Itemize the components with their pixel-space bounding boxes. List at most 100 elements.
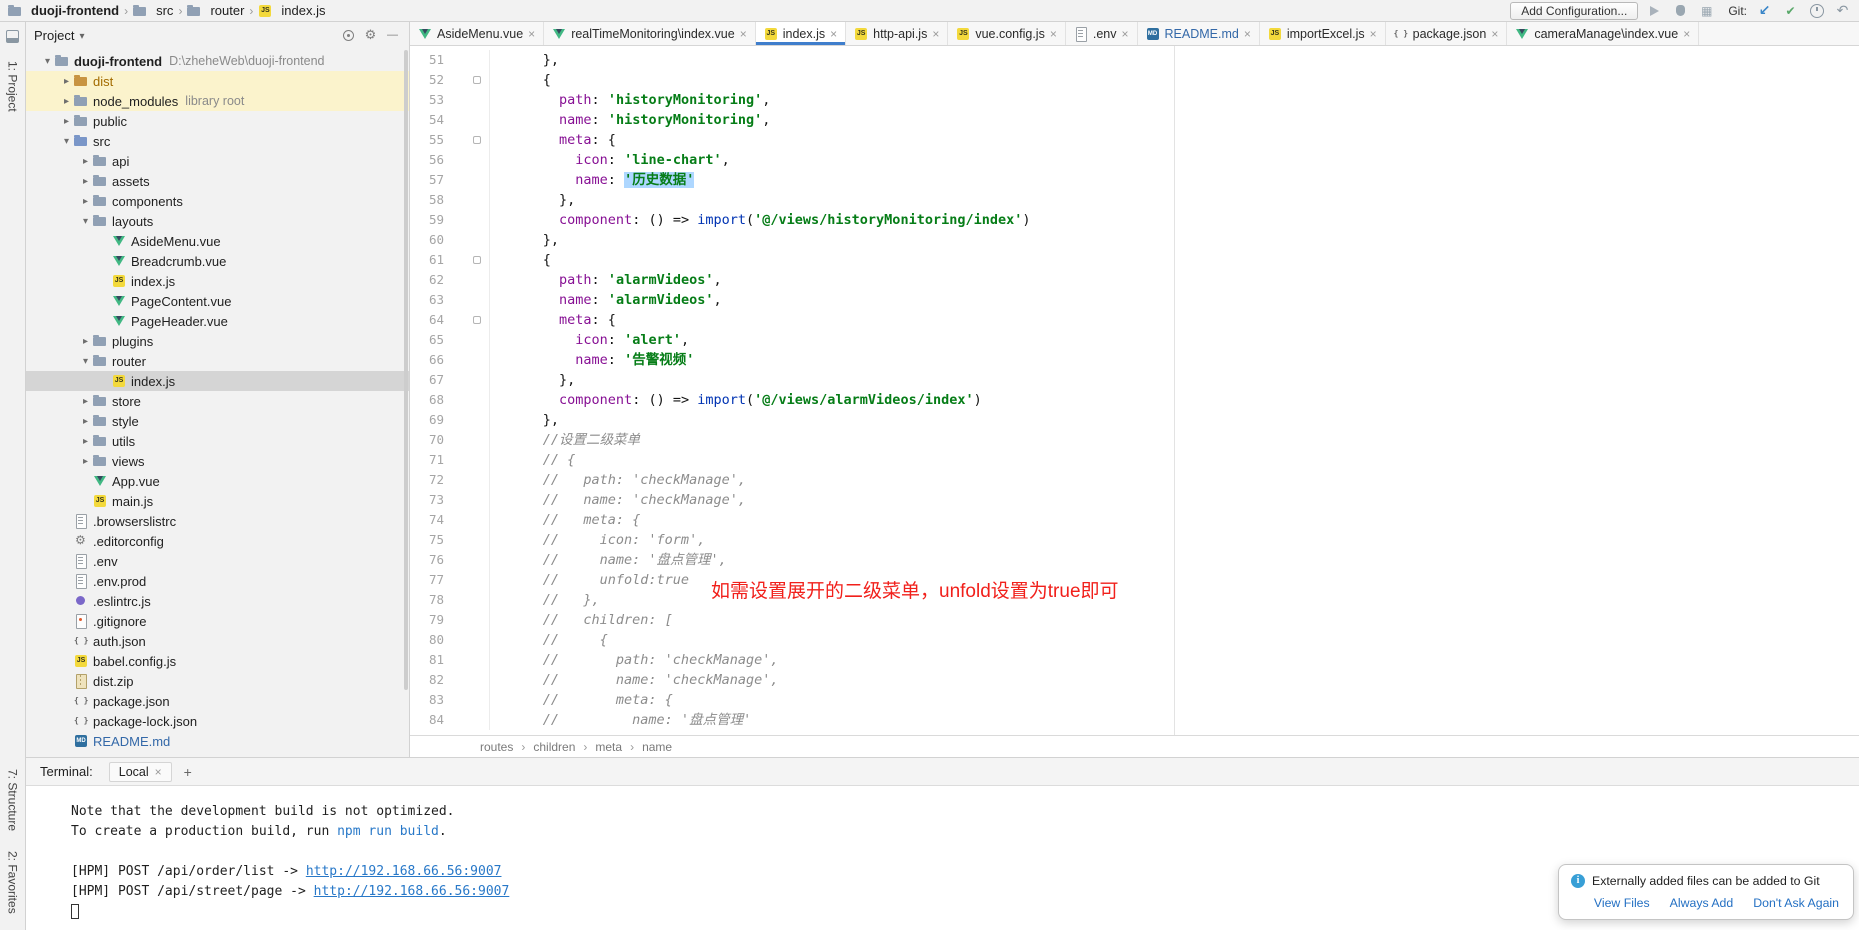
code-line[interactable]: 73 // name: 'checkManage', [410, 490, 1859, 510]
code-line[interactable]: 58 }, [410, 190, 1859, 210]
code-line[interactable]: 84 // name: '盘点管理' [410, 710, 1859, 730]
tree-item[interactable]: ▾src [26, 131, 409, 151]
editor-tab[interactable]: .env [1066, 22, 1138, 45]
code-line[interactable]: 83 // meta: { [410, 690, 1859, 710]
tool-button-favorites[interactable]: 2: Favorites [6, 851, 20, 914]
editor-tab[interactable]: index.js [756, 22, 846, 45]
tree-item[interactable]: ▸api [26, 151, 409, 171]
commit-icon[interactable] [1782, 2, 1799, 19]
tree-item[interactable]: ▸dist [26, 71, 409, 91]
code-line[interactable]: 62 path: 'alarmVideos', [410, 270, 1859, 290]
expand-arrow-icon[interactable]: ▸ [78, 176, 93, 187]
tree-item[interactable]: main.js [26, 491, 409, 511]
close-icon[interactable] [1683, 27, 1690, 41]
collapse-arrow-icon[interactable]: ▾ [78, 356, 93, 367]
code-line[interactable]: 75 // icon: 'form', [410, 530, 1859, 550]
breadcrumb-item[interactable]: router [187, 3, 244, 18]
expand-arrow-icon[interactable]: ▸ [78, 436, 93, 447]
tree-item[interactable]: ▸utils [26, 431, 409, 451]
expand-arrow-icon[interactable]: ▸ [59, 76, 74, 87]
close-icon[interactable] [740, 27, 747, 41]
close-icon[interactable] [1370, 27, 1377, 41]
code-line[interactable]: 67 }, [410, 370, 1859, 390]
tool-button-project[interactable]: 1: Project [6, 61, 20, 112]
code-line[interactable]: 51 }, [410, 50, 1859, 70]
expand-arrow-icon[interactable]: ▸ [78, 336, 93, 347]
coverage-icon[interactable] [1698, 2, 1715, 19]
tree-item[interactable]: PageHeader.vue [26, 311, 409, 331]
notification-action[interactable]: View Files [1594, 896, 1650, 910]
tree-item[interactable]: index.js [26, 271, 409, 291]
code-line[interactable]: 52 { [410, 70, 1859, 90]
gear-icon[interactable] [362, 27, 379, 44]
close-icon[interactable] [1491, 27, 1498, 41]
tree-item[interactable]: ▸public [26, 111, 409, 131]
expand-arrow-icon[interactable]: ▸ [78, 156, 93, 167]
expand-arrow-icon[interactable]: ▸ [59, 116, 74, 127]
editor-tab[interactable]: cameraManage\index.vue [1507, 22, 1699, 45]
tree-item[interactable]: ▾duoji-frontendD:\zheheWeb\duoji-fronten… [26, 51, 409, 71]
tree-item[interactable]: .eslintrc.js [26, 591, 409, 611]
tree-item[interactable]: ▸store [26, 391, 409, 411]
code-line[interactable]: 56 icon: 'line-chart', [410, 150, 1859, 170]
code-line[interactable]: 64 meta: { [410, 310, 1859, 330]
tree-item[interactable]: .editorconfig [26, 531, 409, 551]
editor-tab[interactable]: vue.config.js [948, 22, 1066, 45]
rollback-icon[interactable] [1834, 2, 1851, 19]
editor-tab[interactable]: importExcel.js [1260, 22, 1386, 45]
tree-item[interactable]: ▸plugins [26, 331, 409, 351]
editor-tab[interactable]: README.md [1138, 22, 1260, 45]
editor-tab[interactable]: package.json [1386, 22, 1508, 45]
terminal-tab-local[interactable]: Local [109, 762, 172, 782]
code-line[interactable]: 76 // name: '盘点管理', [410, 550, 1859, 570]
breadcrumb-item[interactable]: routes [480, 740, 513, 754]
code-line[interactable]: 77 // unfold:true [410, 570, 1859, 590]
code-line[interactable]: 82 // name: 'checkManage', [410, 670, 1859, 690]
breadcrumb-item[interactable]: src [133, 3, 173, 18]
close-icon[interactable] [932, 27, 939, 41]
collapse-arrow-icon[interactable]: ▾ [40, 56, 55, 67]
code-line[interactable]: 55 meta: { [410, 130, 1859, 150]
breadcrumb-item[interactable]: duoji-frontend [8, 3, 119, 18]
code-line[interactable]: 65 icon: 'alert', [410, 330, 1859, 350]
bug-icon[interactable] [1672, 2, 1689, 19]
editor-tab[interactable]: http-api.js [846, 22, 948, 45]
tree-item[interactable]: auth.json [26, 631, 409, 651]
code-line[interactable]: 68 component: () => import('@/views/alar… [410, 390, 1859, 410]
new-session-icon[interactable] [178, 764, 192, 780]
code-line[interactable]: 63 name: 'alarmVideos', [410, 290, 1859, 310]
tree-item[interactable]: App.vue [26, 471, 409, 491]
editor-tab[interactable]: realTimeMonitoring\index.vue [544, 22, 756, 45]
tree-item[interactable]: ▸style [26, 411, 409, 431]
code-line[interactable]: 59 component: () => import('@/views/hist… [410, 210, 1859, 230]
notification-action[interactable]: Don't Ask Again [1753, 896, 1839, 910]
tree-item[interactable]: .browserslistrc [26, 511, 409, 531]
project-view-dropdown[interactable]: Project [34, 28, 74, 43]
expand-arrow-icon[interactable]: ▸ [78, 456, 93, 467]
close-icon[interactable] [1050, 27, 1057, 41]
tool-button-structure[interactable]: 7: Structure [6, 769, 20, 831]
code-line[interactable]: 60 }, [410, 230, 1859, 250]
scrollbar-thumb[interactable] [404, 50, 408, 690]
tree-item[interactable]: ▸components [26, 191, 409, 211]
update-icon[interactable] [1756, 2, 1773, 19]
code-line[interactable]: 70 //设置二级菜单 [410, 430, 1859, 450]
expand-arrow-icon[interactable]: ▸ [78, 416, 93, 427]
tree-item[interactable]: ▸assets [26, 171, 409, 191]
close-icon[interactable] [155, 765, 162, 779]
terminal-link[interactable]: http://192.168.66.56:9007 [306, 864, 502, 879]
breadcrumb-item[interactable]: children [533, 740, 575, 754]
code-line[interactable]: 71 // { [410, 450, 1859, 470]
code-line[interactable]: 78 // }, [410, 590, 1859, 610]
expand-arrow-icon[interactable]: ▸ [78, 396, 93, 407]
tree-item[interactable]: package-lock.json [26, 711, 409, 731]
editor-tab[interactable]: AsideMenu.vue [410, 22, 544, 45]
history-icon[interactable] [1808, 2, 1825, 19]
code-line[interactable]: 74 // meta: { [410, 510, 1859, 530]
tree-item[interactable]: README.md [26, 731, 409, 751]
locate-file-icon[interactable] [340, 27, 357, 44]
tree-item[interactable]: ▸views [26, 451, 409, 471]
tree-item[interactable]: PageContent.vue [26, 291, 409, 311]
tree-item[interactable]: AsideMenu.vue [26, 231, 409, 251]
tree-item[interactable]: .env [26, 551, 409, 571]
